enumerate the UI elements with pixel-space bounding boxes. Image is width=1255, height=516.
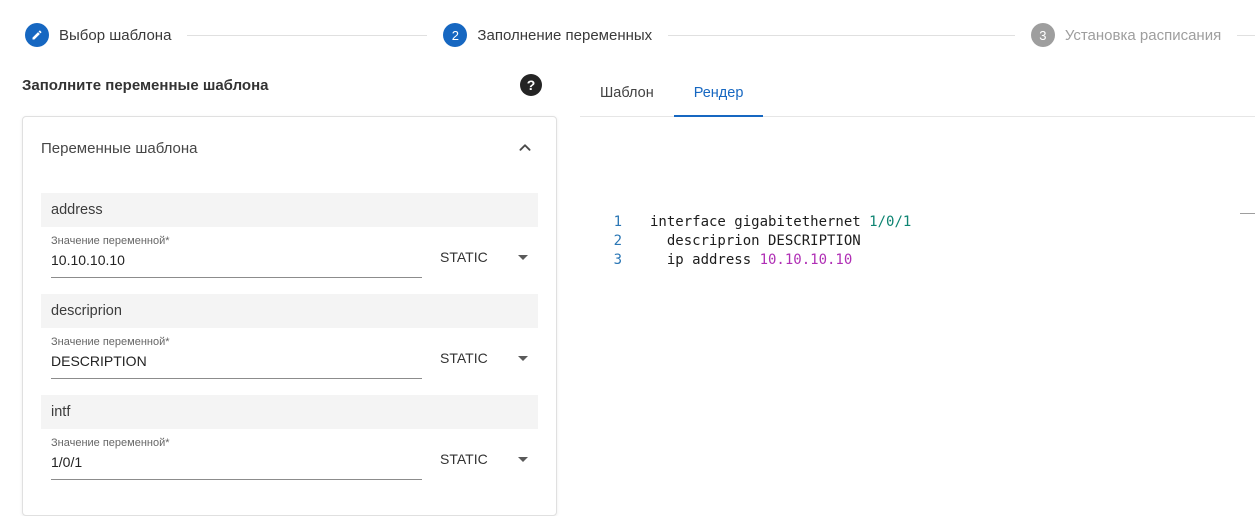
step-fill-variables[interactable]: 2 Заполнение переменных <box>443 23 652 47</box>
stepper: Выбор шаблона 2 Заполнение переменных 3 … <box>0 0 1255 70</box>
variable-value-input[interactable] <box>51 454 422 470</box>
step-label: Выбор шаблона <box>59 27 171 44</box>
code-token: descriprion DESCRIPTION <box>650 233 861 249</box>
step-2-circle: 2 <box>443 23 467 47</box>
line-number: 3 <box>580 251 622 270</box>
variable-type-select[interactable]: STATIC <box>440 451 528 480</box>
step-label: Установка расписания <box>1065 27 1221 44</box>
step-template-selection[interactable]: Выбор шаблона <box>25 23 171 47</box>
variable-body: Значение переменной* STATIC <box>41 227 538 278</box>
code-line: 1 interface gigabitethernet 1/0/1 <box>580 213 1255 232</box>
variable-row: intf Значение переменной* STATIC <box>41 395 538 480</box>
step-connector <box>1237 35 1255 36</box>
line-number: 2 <box>580 232 622 251</box>
variables-card: Переменные шаблона address Значение пере… <box>22 116 557 516</box>
step-number: 2 <box>452 28 459 43</box>
tab-render[interactable]: Рендер <box>674 70 764 117</box>
variable-value-label: Значение переменной* <box>51 437 422 449</box>
chevron-down-icon <box>518 356 528 361</box>
tabs-bar: Шаблон Рендер <box>580 70 1255 117</box>
variable-name-header: descriprion <box>41 294 538 328</box>
step-schedule-setup[interactable]: 3 Установка расписания <box>1031 23 1221 47</box>
variables-card-title: Переменные шаблона <box>41 140 198 157</box>
step-connector <box>187 35 427 36</box>
code-line: 2 descriprion DESCRIPTION <box>580 232 1255 251</box>
code-line: 3 ip address 10.10.10.10 <box>580 251 1255 270</box>
line-number: 1 <box>580 213 622 232</box>
tab-template[interactable]: Шаблон <box>580 70 674 117</box>
variable-name-header: address <box>41 193 538 227</box>
variable-type-select[interactable]: STATIC <box>440 249 528 278</box>
code-token: ip address <box>650 252 760 268</box>
fill-variables-heading: Заполните переменные шаблона <box>22 77 268 94</box>
tab-label: Рендер <box>694 85 744 101</box>
chevron-down-icon <box>518 255 528 260</box>
code-text: ip address 10.10.10.10 <box>622 251 852 270</box>
step-1-circle <box>25 23 49 47</box>
code-text: descriprion DESCRIPTION <box>622 232 861 251</box>
code-token-accent: 1/0/1 <box>869 214 911 230</box>
variable-value-field[interactable]: Значение переменной* <box>51 328 422 379</box>
code-text: interface gigabitethernet 1/0/1 <box>622 213 911 232</box>
variable-body: Значение переменной* STATIC <box>41 429 538 480</box>
step-number: 3 <box>1039 28 1046 43</box>
help-button[interactable]: ? <box>520 74 542 96</box>
code-token: interface gigabitethernet <box>650 214 869 230</box>
collapse-button[interactable] <box>512 135 538 161</box>
step-connector <box>668 35 1015 36</box>
edit-icon <box>31 29 43 41</box>
variable-value-input[interactable] <box>51 353 422 369</box>
variable-value-field[interactable]: Значение переменной* <box>51 227 422 278</box>
variable-type-value: STATIC <box>440 249 488 265</box>
variable-type-value: STATIC <box>440 350 488 366</box>
variable-name-header: intf <box>41 395 538 429</box>
variable-type-select[interactable]: STATIC <box>440 350 528 379</box>
variable-value-label: Значение переменной* <box>51 336 422 348</box>
variable-row: address Значение переменной* STATIC <box>41 193 538 278</box>
chevron-down-icon <box>518 457 528 462</box>
step-3-circle: 3 <box>1031 23 1055 47</box>
chevron-up-icon <box>514 137 536 159</box>
variable-value-field[interactable]: Значение переменной* <box>51 429 422 480</box>
left-heading-row: Заполните переменные шаблона ? <box>22 72 542 98</box>
question-icon: ? <box>527 77 536 93</box>
variables-card-header: Переменные шаблона <box>41 133 538 163</box>
variable-body: Значение переменной* STATIC <box>41 328 538 379</box>
tab-label: Шаблон <box>600 85 654 101</box>
right-panel: Шаблон Рендер 1 interface gigabitetherne… <box>580 70 1255 509</box>
render-output-area: 1 interface gigabitethernet 1/0/1 2 desc… <box>580 117 1255 509</box>
code-editor: 1 interface gigabitethernet 1/0/1 2 desc… <box>580 213 1255 270</box>
variable-row: descriprion Значение переменной* STATIC <box>41 294 538 379</box>
variable-value-input[interactable] <box>51 252 422 268</box>
variable-value-label: Значение переменной* <box>51 235 422 247</box>
variable-type-value: STATIC <box>440 451 488 467</box>
code-token-accent: 10.10.10.10 <box>760 252 853 268</box>
step-label: Заполнение переменных <box>477 27 652 44</box>
